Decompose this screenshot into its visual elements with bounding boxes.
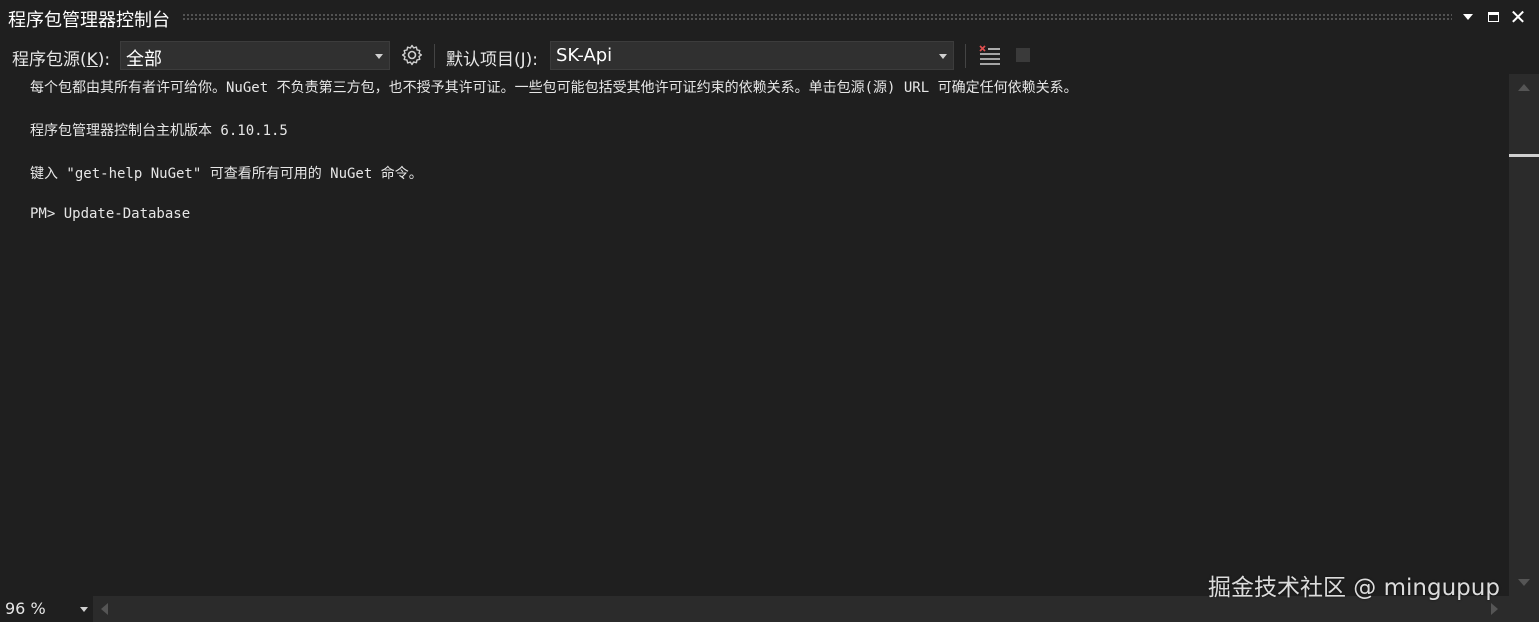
scroll-down-icon[interactable] (1518, 579, 1530, 586)
chevron-down-icon (80, 607, 88, 612)
default-project-select[interactable]: SK-Api (550, 41, 954, 70)
console-line-license: 每个包都由其所有者许可给你。NuGet 不负责第三方包，也不授予其许可证。一些包… (30, 80, 1078, 96)
package-source-value: 全部 (126, 49, 162, 70)
package-source-label: 程序包源(K): (12, 50, 111, 70)
scroll-right-icon[interactable] (1491, 603, 1498, 615)
default-project-label: 默认项目(J): (446, 50, 539, 70)
close-icon: ✕ (1509, 5, 1527, 29)
dropdown-arrow-icon (1463, 14, 1473, 20)
maximize-icon (1487, 12, 1499, 22)
package-manager-console-window: 程序包管理器控制台 ✕ 程序包源(K): 全部 默认项目(J): SK-Api (0, 0, 1539, 622)
zoom-value: 96 % (5, 599, 46, 618)
maximize-button[interactable] (1483, 7, 1503, 27)
scroll-left-icon[interactable] (101, 603, 108, 615)
scroll-thumb[interactable] (1509, 154, 1539, 157)
default-project-value: SK-Api (556, 45, 613, 66)
toolbar-separator (965, 44, 966, 68)
chevron-down-icon (939, 54, 947, 59)
console-line-version: 程序包管理器控制台主机版本 6.10.1.5 (30, 123, 288, 139)
toolbar-separator (434, 44, 435, 68)
console-output[interactable]: 每个包都由其所有者许可给你。NuGet 不负责第三方包，也不授予其许可证。一些包… (0, 74, 1509, 596)
title-bar[interactable]: 程序包管理器控制台 ✕ (0, 0, 1539, 36)
watermark: 掘金技术社区 @ mingupup (1208, 575, 1500, 601)
close-button[interactable]: ✕ (1508, 5, 1528, 29)
zoom-select[interactable]: 96 % (0, 596, 93, 622)
clear-console-icon[interactable] (977, 43, 1003, 69)
console-line-help: 键入 "get-help NuGet" 可查看所有可用的 NuGet 命令。 (30, 166, 423, 182)
chevron-down-icon (375, 54, 383, 59)
stop-icon[interactable] (1016, 48, 1030, 62)
window-options-button[interactable] (1458, 7, 1478, 27)
title-grip[interactable] (182, 13, 1452, 21)
scroll-up-icon[interactable] (1518, 84, 1530, 91)
vertical-scrollbar[interactable] (1509, 74, 1539, 596)
toolbar: 程序包源(K): 全部 默认项目(J): SK-Api (0, 36, 1539, 74)
package-source-select[interactable]: 全部 (120, 41, 390, 70)
window-title: 程序包管理器控制台 (8, 10, 170, 31)
console-line-command: PM> Update-Database (30, 206, 191, 222)
gear-icon[interactable] (400, 43, 424, 67)
